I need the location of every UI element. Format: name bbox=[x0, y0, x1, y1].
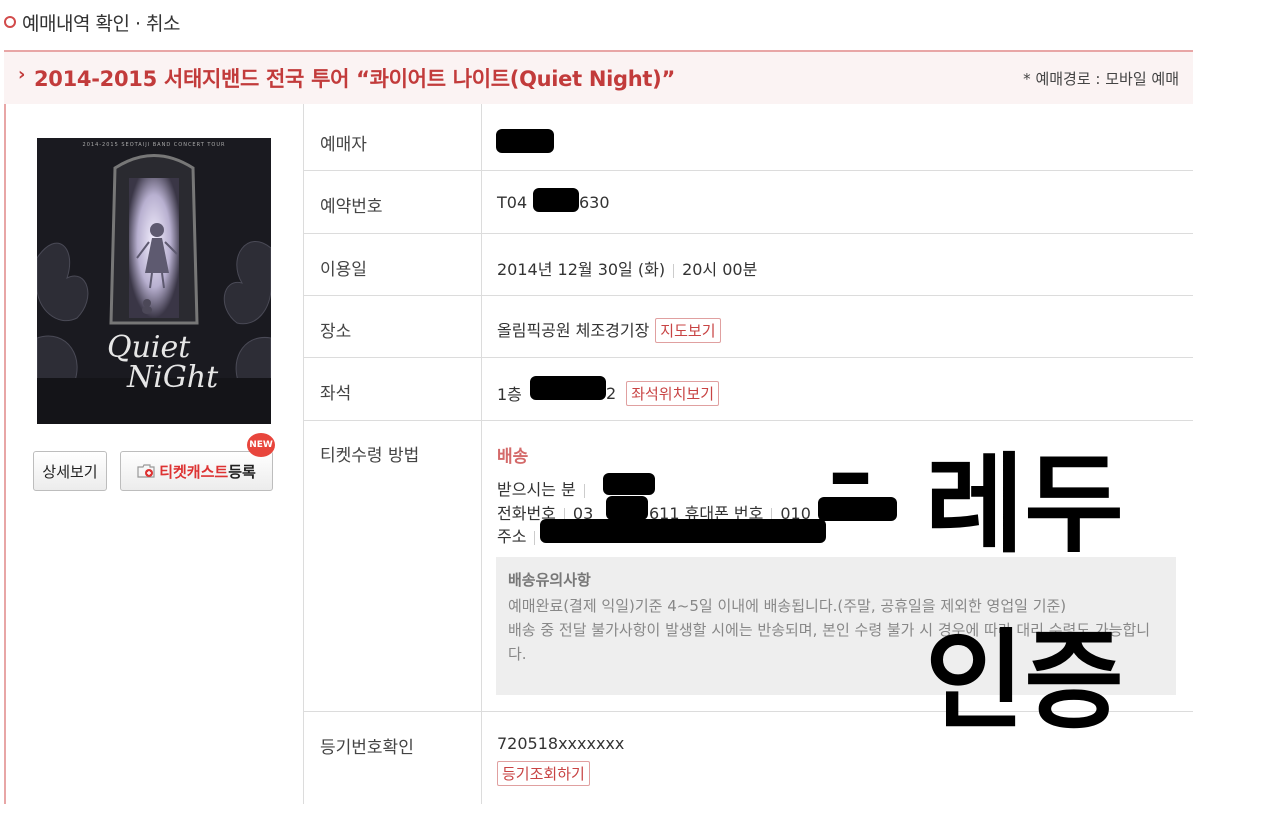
ticketcast-register-button[interactable]: 티켓캐스트 등록 bbox=[120, 451, 273, 491]
map-view-button[interactable]: 지도보기 bbox=[655, 318, 721, 343]
row-divider bbox=[304, 357, 1193, 358]
poster-tagline: 2014-2015 SEOTAIJI BAND CONCERT TOUR bbox=[82, 142, 226, 148]
ticket-method-label: 티켓수령 방법 bbox=[320, 446, 420, 466]
seat-location-button[interactable]: 좌석위치보기 bbox=[626, 381, 719, 406]
column-divider bbox=[303, 104, 304, 804]
column-divider bbox=[481, 104, 482, 804]
detail-button[interactable]: 상세보기 bbox=[33, 451, 107, 491]
section-title: 예매내역 확인 · 취소 bbox=[22, 12, 181, 35]
redacted-reservation-number bbox=[533, 188, 579, 212]
notice-title: 배송유의사항 bbox=[508, 571, 591, 589]
seat-label: 좌석 bbox=[320, 384, 352, 404]
overlay-text-line1: 레두 bbox=[925, 443, 1124, 568]
venue-name: 올림픽공원 체조경기장 bbox=[497, 321, 650, 340]
separator bbox=[583, 483, 585, 498]
date-value: 2014년 12월 30일 (화) 20시 00분 bbox=[497, 256, 757, 280]
redacted-booker-name bbox=[496, 129, 554, 153]
reservation-prefix: T04 bbox=[497, 193, 528, 212]
booking-title-bar: › 2014-2015 서태지밴드 전국 투어 “콰이어트 나이트(Quiet … bbox=[4, 50, 1193, 104]
seat-number-suffix: 2 bbox=[606, 384, 617, 403]
row-divider bbox=[304, 295, 1193, 296]
section-heading: 예매내역 확인 · 취소 bbox=[4, 8, 181, 36]
ticketcast-label: 티켓캐스트 bbox=[159, 462, 229, 481]
overlay-text-line2: 인증 bbox=[925, 619, 1124, 744]
chevron-right-icon: › bbox=[18, 64, 26, 85]
concert-poster[interactable]: 2014-2015 SEOTAIJI BAND CONCERT TOUR Qui… bbox=[37, 138, 271, 424]
separator bbox=[673, 263, 675, 278]
redacted-seat bbox=[530, 376, 606, 400]
performance-time: 20시 00분 bbox=[682, 260, 758, 279]
venue-label: 장소 bbox=[320, 322, 352, 342]
performance-date: 2014년 12월 30일 (화) bbox=[497, 260, 666, 279]
date-label: 이용일 bbox=[320, 260, 367, 280]
folder-add-icon bbox=[137, 464, 155, 478]
venue-value: 올림픽공원 체조경기장 지도보기 bbox=[497, 317, 721, 343]
registry-value: 720518xxxxxxx bbox=[497, 734, 625, 753]
row-divider bbox=[304, 233, 1193, 234]
seat-prefix: 1층 bbox=[497, 385, 522, 404]
delivery-method: 배송 bbox=[497, 447, 529, 467]
receiver-label: 받으시는 분 bbox=[497, 480, 576, 499]
concert-title: 2014-2015 서태지밴드 전국 투어 “콰이어트 나이트(Quiet Ni… bbox=[34, 67, 675, 91]
separator bbox=[534, 530, 536, 545]
redacted-phone bbox=[606, 496, 648, 520]
reservation-label: 예약번호 bbox=[320, 197, 383, 217]
address-line: 주소 bbox=[497, 523, 543, 547]
receiver-line: 받으시는 분 bbox=[497, 476, 593, 500]
reservation-suffix: 630 bbox=[579, 193, 610, 212]
circle-bullet-icon bbox=[4, 16, 16, 28]
register-label: 등록 bbox=[228, 462, 256, 481]
row-divider bbox=[304, 170, 1193, 171]
registry-label: 등기번호확인 bbox=[320, 738, 414, 758]
overlay-dash: – bbox=[828, 420, 873, 525]
address-label: 주소 bbox=[497, 527, 527, 546]
booking-route: * 예매경로 : 모바일 예매 bbox=[1023, 70, 1179, 88]
row-divider bbox=[304, 420, 1193, 421]
seat-suffix: 2 좌석위치보기 bbox=[606, 381, 719, 406]
new-badge: NEW bbox=[247, 433, 275, 457]
booker-label: 예매자 bbox=[320, 135, 367, 155]
notice-line: 예매완료(결제 익일)기준 4~5일 이내에 배송됩니다.(주말, 공휴일을 제… bbox=[508, 597, 1067, 615]
redacted-receiver bbox=[603, 473, 655, 495]
redacted-address bbox=[540, 519, 826, 543]
poster-logo: NiGht bbox=[127, 360, 219, 395]
registry-lookup-button[interactable]: 등기조회하기 bbox=[497, 761, 590, 786]
